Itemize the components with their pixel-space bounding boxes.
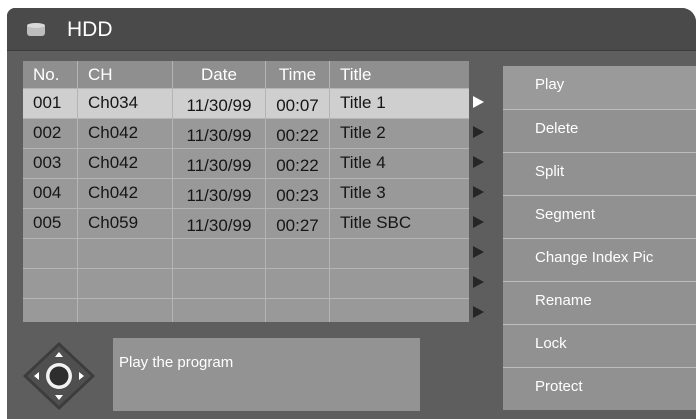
empty-cell <box>23 239 77 268</box>
menu-item-segment[interactable]: Segment <box>503 195 696 238</box>
column-header-ch: CH <box>77 61 172 88</box>
menu-item-rename[interactable]: Rename <box>503 281 696 324</box>
empty-table-row <box>23 268 469 298</box>
empty-cell <box>172 239 265 268</box>
cell-date: 11/30/99 <box>172 149 265 178</box>
cell-ch: Ch034 <box>77 89 172 118</box>
cell-time: 00:22 <box>265 119 329 148</box>
empty-cell <box>172 299 265 322</box>
cell-no: 002 <box>33 123 62 142</box>
cell-no: 005 <box>33 213 62 232</box>
page-title: HDD <box>67 18 113 41</box>
dpad-navigation-icon <box>23 342 95 410</box>
menu-item-split[interactable]: Split <box>503 152 696 195</box>
column-header-date: Date <box>172 61 265 88</box>
menu-item-change-index-pic[interactable]: Change Index Pic <box>503 238 696 281</box>
empty-cell <box>77 269 172 298</box>
row-pointer-arrow-icon <box>473 276 484 288</box>
empty-cell <box>265 239 329 268</box>
column-header-no: No. <box>33 65 60 84</box>
table-header: No. CH Date Time Title <box>23 61 469 88</box>
empty-cell <box>329 239 469 268</box>
row-pointer-arrow-icon <box>473 246 484 258</box>
column-header-title: Title <box>329 61 469 88</box>
menu-item-lock[interactable]: Lock <box>503 324 696 367</box>
help-text: Play the program <box>119 354 234 371</box>
cell-date: 11/30/99 <box>172 209 265 238</box>
recording-table: No. CH Date Time Title 001 Ch034 11/30/9… <box>23 61 469 322</box>
cell-title: Title 1 <box>329 89 469 118</box>
cell-date: 11/30/99 <box>172 119 265 148</box>
hdd-screen: HDD No. CH Date Time Title 001 Ch034 11/… <box>7 8 696 419</box>
cell-date: 11/30/99 <box>172 89 265 118</box>
row-pointer-arrow-icon <box>473 306 484 318</box>
cell-ch: Ch042 <box>77 179 172 208</box>
column-header-time: Time <box>265 61 329 88</box>
cell-title: Title 4 <box>329 149 469 178</box>
table-row[interactable]: 005 Ch059 11/30/99 00:27 Title SBC <box>23 208 469 238</box>
help-message-box: Play the program <box>113 338 420 411</box>
menu-item-protect[interactable]: Protect <box>503 367 696 410</box>
empty-cell <box>172 269 265 298</box>
empty-table-row <box>23 298 469 322</box>
cell-no: 001 <box>33 93 62 112</box>
hdd-icon <box>27 23 45 36</box>
action-menu: Play Delete Split Segment Change Index P… <box>503 66 696 410</box>
empty-cell <box>23 269 77 298</box>
cell-time: 00:22 <box>265 149 329 178</box>
cell-no: 003 <box>33 153 62 172</box>
cell-ch: Ch059 <box>77 209 172 238</box>
empty-cell <box>77 299 172 322</box>
row-pointer-arrow-icon <box>473 216 484 228</box>
cell-no: 004 <box>33 183 62 202</box>
row-pointer-arrow-icon <box>473 126 484 138</box>
row-pointer-arrow-icon <box>473 96 484 108</box>
row-pointer-arrow-icon <box>473 186 484 198</box>
empty-cell <box>77 239 172 268</box>
empty-cell <box>329 299 469 322</box>
cell-ch: Ch042 <box>77 119 172 148</box>
empty-cell <box>265 299 329 322</box>
table-row[interactable]: 001 Ch034 11/30/99 00:07 Title 1 <box>23 88 469 118</box>
menu-item-delete[interactable]: Delete <box>503 109 696 152</box>
empty-cell <box>23 299 77 322</box>
cell-time: 00:27 <box>265 209 329 238</box>
title-bar: HDD <box>7 8 696 51</box>
empty-table-row <box>23 238 469 268</box>
menu-item-play[interactable]: Play <box>503 66 696 109</box>
cell-title: Title SBC <box>329 209 469 238</box>
table-row[interactable]: 003 Ch042 11/30/99 00:22 Title 4 <box>23 148 469 178</box>
empty-cell <box>329 269 469 298</box>
row-pointer-arrow-icon <box>473 156 484 168</box>
empty-cell <box>265 269 329 298</box>
cell-title: Title 2 <box>329 119 469 148</box>
cell-time: 00:23 <box>265 179 329 208</box>
cell-ch: Ch042 <box>77 149 172 178</box>
cell-title: Title 3 <box>329 179 469 208</box>
table-row[interactable]: 004 Ch042 11/30/99 00:23 Title 3 <box>23 178 469 208</box>
table-row[interactable]: 002 Ch042 11/30/99 00:22 Title 2 <box>23 118 469 148</box>
cell-time: 00:07 <box>265 89 329 118</box>
cell-date: 11/30/99 <box>172 179 265 208</box>
